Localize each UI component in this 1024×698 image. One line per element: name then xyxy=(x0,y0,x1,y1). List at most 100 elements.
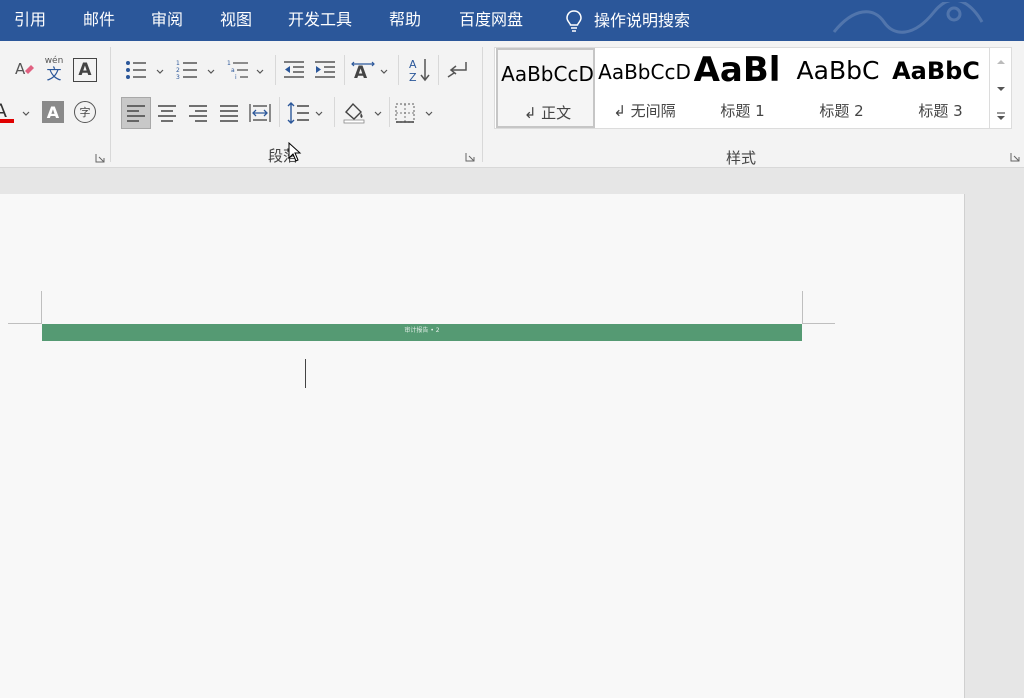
justify-button[interactable] xyxy=(217,101,241,125)
svg-text:A: A xyxy=(409,58,417,71)
menu-view[interactable]: 视图 xyxy=(220,0,252,41)
gallery-more-button[interactable] xyxy=(990,102,1011,129)
styles-group-label: 样式 xyxy=(726,149,757,167)
shading-dropdown[interactable] xyxy=(374,111,382,117)
background-pattern-icon xyxy=(832,2,984,34)
style-heading-3[interactable]: AaBbC 标题 3 xyxy=(891,48,990,128)
align-right-button[interactable] xyxy=(186,101,210,125)
shading-button[interactable] xyxy=(341,99,367,125)
style-sample: AaBbCcD xyxy=(501,62,594,86)
line-spacing-dropdown[interactable] xyxy=(315,111,323,117)
menu-developer[interactable]: 开发工具 xyxy=(288,0,352,41)
increase-indent-icon xyxy=(315,61,335,78)
word-window: 引用 邮件 审阅 视图 开发工具 帮助 百度网盘 操作说明搜索 A wén 文 … xyxy=(0,0,1024,698)
character-shading-button[interactable]: A xyxy=(42,101,64,123)
gallery-scroll-down-button[interactable] xyxy=(990,75,1011,102)
style-heading-1[interactable]: AaBl 标题 1 xyxy=(693,48,792,128)
numbering-button[interactable]: 1 2 3 xyxy=(175,59,199,81)
style-heading-2[interactable]: AaBbC 标题 2 xyxy=(792,48,891,128)
menu-bar: 引用 邮件 审阅 视图 开发工具 帮助 百度网盘 操作说明搜索 xyxy=(0,0,1024,41)
font-color-icon: A xyxy=(0,100,14,123)
chinese-layout-button[interactable]: A xyxy=(350,58,376,82)
style-name: ↲ 无间隔 xyxy=(613,102,676,120)
align-left-button[interactable] xyxy=(121,97,151,129)
style-name: 标题 3 xyxy=(918,102,963,120)
character-border-icon: A xyxy=(78,60,92,80)
increase-indent-button[interactable] xyxy=(313,59,337,81)
style-normal[interactable]: AaBbCcD ↲ 正文 xyxy=(496,48,595,128)
menu-mailings[interactable]: 邮件 xyxy=(83,0,115,41)
document-page[interactable]: 审计报告 • 2 xyxy=(0,194,965,698)
separator xyxy=(398,55,399,85)
decrease-indent-button[interactable] xyxy=(282,59,306,81)
mouse-pointer-icon xyxy=(288,142,302,162)
bullets-button[interactable] xyxy=(124,59,148,81)
borders-button[interactable] xyxy=(393,101,417,125)
text-cursor xyxy=(305,359,306,388)
align-right-icon xyxy=(189,105,207,122)
font-dialog-launcher-icon[interactable] xyxy=(95,153,105,163)
paragraph-dialog-launcher-icon[interactable] xyxy=(465,152,475,162)
gallery-scroll-up-button[interactable] xyxy=(990,48,1011,75)
svg-text:1: 1 xyxy=(176,60,180,67)
distributed-icon xyxy=(249,104,271,122)
phonetic-char: 文 xyxy=(46,65,62,83)
numbering-dropdown[interactable] xyxy=(207,69,215,75)
enclose-character-button[interactable]: 字 xyxy=(74,101,96,123)
separator xyxy=(110,47,111,162)
separator xyxy=(344,55,345,85)
font-color-button[interactable]: A xyxy=(0,100,16,124)
multilevel-list-dropdown[interactable] xyxy=(256,69,264,75)
svg-text:3: 3 xyxy=(176,74,180,81)
center-button[interactable] xyxy=(155,101,179,125)
style-sample: AaBbC xyxy=(796,56,880,85)
styles-gallery: AaBbCcD ↲ 正文 AaBbCcD ↲ 无间隔 AaBl 标题 1 AaB… xyxy=(494,47,990,129)
clear-formatting-button[interactable]: A xyxy=(12,58,36,82)
svg-text:2: 2 xyxy=(176,67,180,74)
svg-text:1: 1 xyxy=(227,60,231,67)
multilevel-list-icon: 1 a i xyxy=(227,60,248,81)
show-marks-button[interactable] xyxy=(445,59,469,81)
chinese-layout-dropdown[interactable] xyxy=(380,69,388,75)
document-area: 审计报告 • 2 xyxy=(0,169,1024,698)
style-sample: AaBbCcD xyxy=(598,60,691,84)
crop-mark xyxy=(802,291,803,324)
style-name: 标题 2 xyxy=(819,102,864,120)
separator xyxy=(389,97,390,127)
style-sample: AaBbC xyxy=(892,57,980,85)
svg-text:A: A xyxy=(354,63,368,81)
justify-icon xyxy=(220,105,238,122)
menu-baidu-netdisk[interactable]: 百度网盘 xyxy=(459,0,523,41)
sort-button[interactable]: A Z xyxy=(406,57,432,83)
eraser-icon: A xyxy=(15,60,34,78)
triangle-up-icon xyxy=(996,59,1005,64)
character-border-button[interactable]: A xyxy=(73,58,97,82)
tell-me-search[interactable]: 操作说明搜索 xyxy=(564,0,690,41)
enclose-character-icon: 字 xyxy=(79,106,91,119)
header-band[interactable]: 审计报告 • 2 xyxy=(42,324,802,341)
line-spacing-button[interactable] xyxy=(285,101,311,125)
bullets-icon xyxy=(126,61,146,79)
tell-me-label: 操作说明搜索 xyxy=(594,10,691,30)
align-left-icon xyxy=(127,105,145,122)
phonetic-guide-button[interactable]: wén 文 xyxy=(42,55,66,83)
separator xyxy=(275,55,276,85)
style-name: ↲ 正文 xyxy=(523,104,572,122)
borders-dropdown[interactable] xyxy=(425,111,433,117)
menu-review[interactable]: 审阅 xyxy=(151,0,183,41)
numbering-icon: 1 2 3 xyxy=(176,60,197,81)
separator xyxy=(279,97,280,127)
font-color-dropdown[interactable] xyxy=(22,111,30,117)
multilevel-list-button[interactable]: 1 a i xyxy=(226,59,250,81)
separator xyxy=(438,55,439,85)
bullets-dropdown[interactable] xyxy=(156,69,164,75)
distributed-button[interactable] xyxy=(248,101,272,125)
triangle-down-icon xyxy=(996,86,1005,91)
style-no-spacing[interactable]: AaBbCcD ↲ 无间隔 xyxy=(595,48,694,128)
menu-help[interactable]: 帮助 xyxy=(389,0,421,41)
ribbon: A wén 文 A A A 字 1 2 3 1 a i A A Z 段落 AaB… xyxy=(0,41,1024,168)
styles-dialog-launcher-icon[interactable] xyxy=(1010,152,1020,162)
styles-gallery-scroll xyxy=(990,47,1012,129)
crop-mark xyxy=(8,323,42,324)
menu-references[interactable]: 引用 xyxy=(14,0,46,41)
